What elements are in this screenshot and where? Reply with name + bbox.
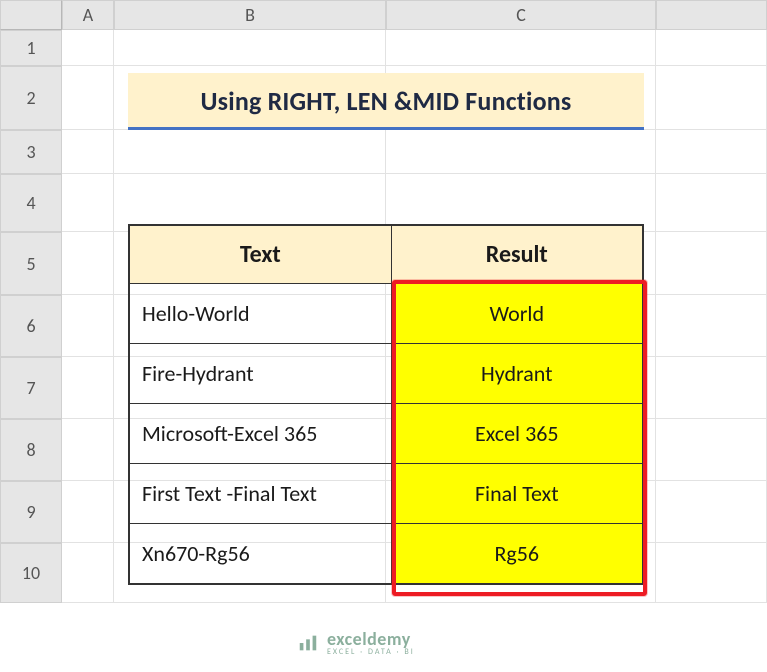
cell-d10[interactable] xyxy=(656,543,767,603)
cell-a2[interactable] xyxy=(62,66,114,130)
cell-d9[interactable] xyxy=(656,481,767,543)
watermark: exceldemy EXCEL · DATA · BI xyxy=(297,630,415,656)
cell-result[interactable]: Final Text xyxy=(391,464,643,524)
cell-c1[interactable] xyxy=(386,30,656,66)
cell-d5[interactable] xyxy=(656,232,767,295)
title-banner: Using RIGHT, LEN &MID Functions xyxy=(128,73,644,130)
cell-d8[interactable] xyxy=(656,419,767,481)
row-header-7[interactable]: 7 xyxy=(0,357,62,419)
row-header-3[interactable]: 3 xyxy=(0,130,62,174)
cell-a10[interactable] xyxy=(62,543,114,603)
page-title: Using RIGHT, LEN &MID Functions xyxy=(128,73,644,130)
cell-a5[interactable] xyxy=(62,232,114,295)
row-header-1[interactable]: 1 xyxy=(0,30,62,66)
cell-d7[interactable] xyxy=(656,357,767,419)
cell-b3[interactable] xyxy=(114,130,386,174)
row-header-4[interactable]: 4 xyxy=(0,174,62,232)
cell-result[interactable]: Rg56 xyxy=(391,524,643,584)
header-text: Text xyxy=(129,225,391,284)
cell-a4[interactable] xyxy=(62,174,114,232)
table-row: First Text -Final Text Final Text xyxy=(129,464,643,524)
row-header-5[interactable]: 5 xyxy=(0,232,62,295)
cell-a9[interactable] xyxy=(62,481,114,543)
header-result: Result xyxy=(391,225,643,284)
row-header-6[interactable]: 6 xyxy=(0,295,62,357)
col-header-b[interactable]: B xyxy=(114,0,386,30)
cell-c3[interactable] xyxy=(386,130,656,174)
cell-b1[interactable] xyxy=(114,30,386,66)
row-header-8[interactable]: 8 xyxy=(0,419,62,481)
col-header-a[interactable]: A xyxy=(62,0,114,30)
cell-a8[interactable] xyxy=(62,419,114,481)
col-header-c[interactable]: C xyxy=(386,0,656,30)
watermark-brand: exceldemy xyxy=(327,630,415,648)
cell-d2[interactable] xyxy=(656,66,767,130)
row-header-2[interactable]: 2 xyxy=(0,66,62,130)
table-header-row: Text Result xyxy=(129,225,643,284)
cell-a7[interactable] xyxy=(62,357,114,419)
cell-text[interactable]: Microsoft-Excel 365 xyxy=(129,404,391,464)
cell-text[interactable]: First Text -Final Text xyxy=(129,464,391,524)
cell-d3[interactable] xyxy=(656,130,767,174)
watermark-tagline: EXCEL · DATA · BI xyxy=(327,648,415,656)
row-header-9[interactable]: 9 xyxy=(0,481,62,543)
table-row: Xn670-Rg56 Rg56 xyxy=(129,524,643,584)
row-header-10[interactable]: 10 xyxy=(0,543,62,603)
table-row: Fire-Hydrant Hydrant xyxy=(129,344,643,404)
cell-result[interactable]: World xyxy=(391,284,643,344)
cell-d1[interactable] xyxy=(656,30,767,66)
cell-a6[interactable] xyxy=(62,295,114,357)
cell-d4[interactable] xyxy=(656,174,767,232)
data-table: Text Result Hello-World World Fire-Hydra… xyxy=(128,224,644,585)
cell-a1[interactable] xyxy=(62,30,114,66)
cell-text[interactable]: Hello-World xyxy=(129,284,391,344)
chart-icon xyxy=(297,632,319,654)
col-header-blank[interactable] xyxy=(656,0,767,30)
cell-text[interactable]: Xn670-Rg56 xyxy=(129,524,391,584)
table-row: Hello-World World xyxy=(129,284,643,344)
cell-a3[interactable] xyxy=(62,130,114,174)
cell-result[interactable]: Excel 365 xyxy=(391,404,643,464)
cell-result[interactable]: Hydrant xyxy=(391,344,643,404)
cell-d6[interactable] xyxy=(656,295,767,357)
select-all-corner[interactable] xyxy=(0,0,62,30)
table-row: Microsoft-Excel 365 Excel 365 xyxy=(129,404,643,464)
cell-text[interactable]: Fire-Hydrant xyxy=(129,344,391,404)
